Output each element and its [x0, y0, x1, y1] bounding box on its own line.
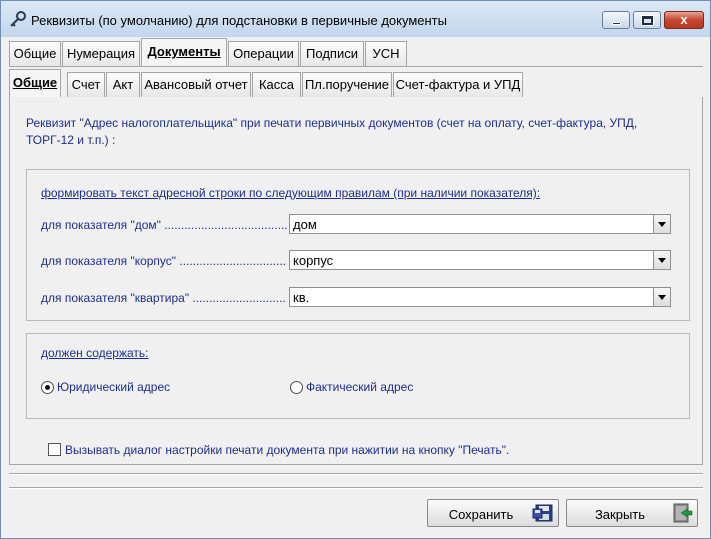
- tab-operations[interactable]: Операции: [228, 41, 299, 66]
- key-icon: [10, 11, 26, 27]
- subtab-act[interactable]: Акт: [106, 72, 140, 97]
- close-button-label: Закрыть: [594, 507, 646, 522]
- checkbox-square[interactable]: [48, 443, 61, 456]
- apartment-label: для показателя "квартира" ..............…: [41, 291, 287, 305]
- tab-content-panel: Реквизит "Адрес налогоплательщика" при п…: [9, 97, 703, 465]
- save-button-label: Сохранить: [448, 507, 514, 522]
- tab-signatures[interactable]: Подписи: [300, 41, 364, 66]
- save-button[interactable]: Сохранить: [427, 499, 559, 527]
- main-tab-baseline: [9, 66, 703, 67]
- subtab-advance-report[interactable]: Авансовый отчет: [141, 72, 251, 97]
- close-icon: x: [680, 12, 688, 27]
- apartment-combo-dropdown[interactable]: [653, 288, 670, 306]
- maximize-icon: [642, 16, 653, 25]
- address-rules-title: формировать текст адресной строки по сле…: [41, 186, 541, 200]
- minimize-icon: [612, 22, 621, 25]
- tab-general[interactable]: Общие: [9, 41, 61, 66]
- subtab-cash[interactable]: Касса: [252, 72, 301, 97]
- house-combo-dropdown[interactable]: [653, 215, 670, 233]
- address-contains-title: должен содержать:: [41, 346, 149, 360]
- apartment-combo[interactable]: кв.: [289, 287, 671, 307]
- radio-selected-dot: [45, 385, 50, 390]
- chevron-down-icon: [658, 295, 666, 300]
- subtab-invoice-upd[interactable]: Счет-фактура и УПД: [393, 72, 523, 97]
- house-combo-value: дом: [293, 217, 317, 232]
- title-bar[interactable]: Реквизиты (по умолчанию) для подстановки…: [1, 1, 710, 37]
- house-label: для показателя "дом" ...................…: [41, 218, 287, 232]
- radio-circle[interactable]: [290, 381, 303, 394]
- legal-address-label[interactable]: Юридический адрес: [57, 380, 170, 394]
- separator-bottom: [9, 487, 703, 489]
- subtab-invoice[interactable]: Счет: [67, 72, 105, 97]
- save-floppy-icon: [532, 504, 553, 522]
- maximize-button[interactable]: [633, 11, 661, 29]
- chevron-down-icon: [658, 258, 666, 263]
- address-rules-group: формировать текст адресной строки по сле…: [26, 169, 690, 321]
- building-combo-value: корпус: [293, 253, 334, 268]
- print-dialog-checkbox-label[interactable]: Вызывать диалог настройки печати докумен…: [65, 443, 509, 457]
- exit-door-icon: [673, 503, 693, 523]
- chevron-down-icon: [658, 222, 666, 227]
- tab-usn[interactable]: УСН: [365, 41, 407, 66]
- tab-numbering[interactable]: Нумерация: [62, 41, 140, 66]
- tab-documents[interactable]: Документы: [141, 38, 227, 67]
- building-label: для показателя "корпус" ................…: [41, 254, 287, 268]
- radio-circle[interactable]: [41, 381, 54, 394]
- apartment-combo-value: кв.: [293, 290, 310, 305]
- close-window-button[interactable]: x: [664, 11, 704, 29]
- actual-address-label[interactable]: Фактический адрес: [306, 380, 413, 394]
- building-combo-dropdown[interactable]: [653, 251, 670, 269]
- address-requisite-description: Реквизит "Адрес налогоплательщика" при п…: [26, 116, 638, 147]
- address-contains-group: должен содержать: Юридический адрес Факт…: [26, 333, 690, 419]
- house-combo[interactable]: дом: [289, 214, 671, 234]
- close-button[interactable]: Закрыть: [566, 499, 698, 527]
- subtab-general[interactable]: Общие: [9, 69, 61, 98]
- separator-top: [9, 473, 703, 475]
- dialog-window: Реквизиты (по умолчанию) для подстановки…: [0, 0, 711, 539]
- minimize-button[interactable]: [602, 11, 630, 29]
- subtab-payment-order[interactable]: Пл.поручение: [302, 72, 392, 97]
- window-title: Реквизиты (по умолчанию) для подстановки…: [31, 13, 447, 28]
- building-combo[interactable]: корпус: [289, 250, 671, 270]
